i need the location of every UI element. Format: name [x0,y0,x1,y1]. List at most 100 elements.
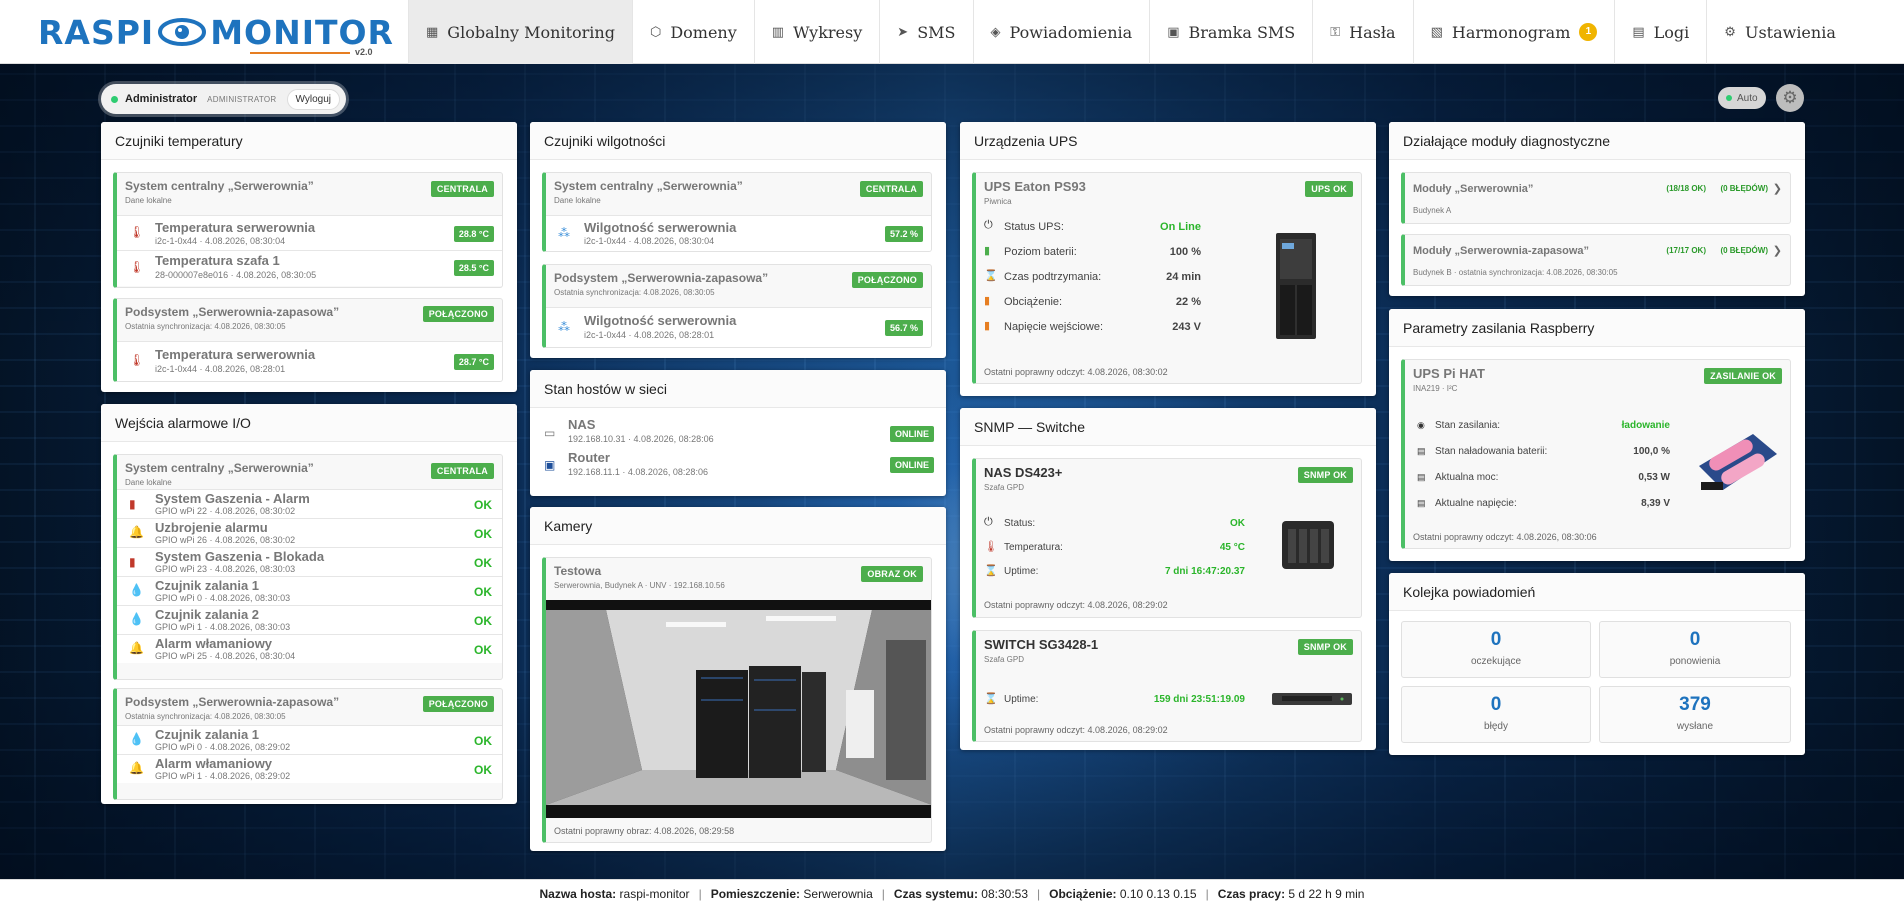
sensor-row[interactable]: 🌡 Temperatura szafa 1 28-000007e8e016 · … [117,250,502,286]
nav-label: Globalny Monitoring [447,22,615,42]
card-subtitle: Ostatnia synchronizacja: 4.08.2026, 08:3… [125,322,286,331]
nav-item-bramka-sms[interactable]: ▣ Bramka SMS [1149,0,1312,64]
panel-notification-queue: Kolejka powiadomień 0 oczekujące 0 ponow… [1389,573,1805,755]
nav-item-sms[interactable]: ➤ SMS [879,0,972,64]
nav-item-hasla[interactable]: ⚿ Hasła [1312,0,1412,64]
alarm-meta: GPIO wPi 0 · 4.08.2026, 08:29:02 [155,742,291,752]
stat-value: 0 [1689,629,1701,650]
snmp-label: Uptime: [1004,694,1039,705]
siren-icon: 🔔 [129,761,144,775]
siren-icon: 🔔 [129,525,144,539]
alarm-row[interactable]: ▮ System Gaszenia - Alarm GPIO wPi 22 · … [117,489,502,518]
alarm-row[interactable]: 💧 Czujnik zalania 1 GPIO wPi 0 · 4.08.20… [117,576,502,605]
footer-time-label: Czas systemu: [893,886,978,901]
snmp-label: Status: [1004,518,1036,529]
auto-refresh-toggle[interactable]: Auto [1718,87,1766,109]
logout-button[interactable]: Wyloguj [286,88,340,110]
logo-text-right: MONITOR [210,12,394,52]
water-drop-icon: 💧 [129,732,144,746]
host-status: ONLINE [889,426,934,442]
power-value: 0,53 W [1638,472,1670,483]
hourglass-icon: ⌛ [984,693,998,705]
ups-device-image [1276,233,1316,339]
card-ups-pi-hat[interactable]: UPS Pi HAT INA219 · I²C ZASILANIE OK ◉ S… [1401,359,1791,549]
module-count: (18/18 OK) [1666,184,1706,193]
stat-value: 0 [1490,694,1502,715]
panel-title: Wejścia alarmowe I/O [101,404,517,442]
snmp-value: OK [1230,518,1245,529]
sensor-meta: 28-000007e8e016 · 4.08.2026, 08:30:05 [155,270,317,280]
alarm-row[interactable]: 💧 Czujnik zalania 1 GPIO wPi 0 · 4.08.20… [117,725,502,754]
nav-item-ustawienia[interactable]: ⚙ Ustawienia [1706,0,1853,64]
alarm-status: OK [474,614,492,628]
alarm-row[interactable]: 💧 Czujnik zalania 2 GPIO wPi 1 · 4.08.20… [117,605,502,634]
card-ups[interactable]: UPS Eaton PS93 Piwnica UPS OK ⏻ Status U… [972,172,1362,384]
sensor-row[interactable]: ⁂ Wilgotność serwerownia i2c-1-0x44 · 4.… [546,215,931,251]
camera-preview-image[interactable] [546,600,932,818]
siren-icon: 🔔 [129,641,144,655]
stat-label: oczekujące [1470,656,1522,667]
footer-load: 0.10 0.13 0.15 [1119,886,1197,901]
voltage-icon: ▮ [984,320,991,332]
power-value: 100,0 % [1633,446,1670,457]
alarm-name: Alarm włamaniowy [155,636,273,651]
module-item[interactable]: Moduły „Serwerownia-zapasowa” Budynek B … [1401,234,1791,286]
host-meta: 192.168.10.31 · 4.08.2026, 08:28:06 [568,434,714,444]
module-subtitle: Budynek B · ostatnia synchronizacja: 4.0… [1413,268,1618,277]
nav-label: SMS [917,22,956,42]
power-value: 8,39 V [1641,498,1670,509]
panel-title: Kolejka powiadomień [1389,573,1805,611]
nav-item-wykresy[interactable]: ▥ Wykresy [753,0,880,64]
sensor-row[interactable]: 🌡 Temperatura serwerownia i2c-1-0x44 · 4… [117,341,502,381]
module-errors: (0 BŁĘDÓW) [1720,246,1768,255]
humidity-icon: ⁂ [558,226,570,240]
nav-item-logi[interactable]: ▤ Logi [1614,0,1706,64]
card-camera[interactable]: Testowa Serwerownia, Budynek A · UNV · 1… [542,557,932,843]
sensor-name: Wilgotność serwerownia [584,220,737,235]
snmp-value: 159 dni 23:51:19.09 [1153,694,1245,705]
settings-gear-button[interactable]: ⚙ [1776,84,1804,112]
footer-time: 08:30:53 [981,886,1029,901]
alarm-row[interactable]: 🔔 Uzbrojenie alarmu GPIO wPi 26 · 4.08.2… [117,518,502,547]
host-row[interactable]: ▭ NAS 192.168.10.31 · 4.08.2026, 08:28:0… [530,416,946,450]
alarm-meta: GPIO wPi 1 · 4.08.2026, 08:30:03 [155,622,291,632]
footer-host-label: Nazwa hosta: [539,886,617,901]
card-central-temperature: System centralny „Serwerownia” Dane loka… [113,172,503,288]
sensor-row[interactable]: 🌡 Temperatura serwerownia i2c-1-0x44 · 4… [117,215,502,250]
sensor-value: 28.5 °C [453,260,494,276]
panel-temperature: Czujniki temperatury System centralny „S… [101,122,517,392]
panel-title: Parametry zasilania Raspberry [1389,309,1805,347]
card-snmp-switch[interactable]: SWITCH SG3428-1 Szafa GPD SNMP OK ⌛ Upti… [972,630,1362,742]
snmp-value: 7 dni 16:47:20.37 [1164,566,1245,577]
alarm-meta: GPIO wPi 0 · 4.08.2026, 08:30:03 [155,593,291,603]
list-icon: ▤ [1632,24,1645,40]
panel-snmp: SNMP — Switche NAS DS423+ Szafa GPD SNMP… [960,408,1376,750]
stat-value: 379 [1679,694,1711,715]
alarm-row[interactable]: 🔔 Alarm włamaniowy GPIO wPi 25 · 4.08.20… [117,634,502,663]
sensor-value: 56.7 % [884,320,923,336]
card-sub-alarm: Podsystem „Serwerownia-zapasowa” Ostatni… [113,688,503,800]
nav-item-harmonogram[interactable]: ▧ Harmonogram 1 [1412,0,1615,64]
alarm-row[interactable]: 🔔 Alarm włamaniowy GPIO wPi 1 · 4.08.202… [117,754,502,783]
nav-item-powiadomienia[interactable]: ◈ Powiadomienia [972,0,1150,64]
status-badge: CENTRALA [859,181,923,197]
key-icon: ⚿ [1330,24,1341,40]
nav-label: Wykresy [793,22,863,42]
logo-text-left: RASPI [38,12,155,52]
nav-item-domeny[interactable]: ⬡ Domeny [631,0,754,64]
host-row[interactable]: ▣ Router 192.168.11.1 · 4.08.2026, 08:28… [530,450,946,484]
app-logo[interactable]: RASPI MONITOR v2.0 [0,0,408,64]
alarm-row[interactable]: ▮ System Gaszenia - Blokada GPIO wPi 23 … [117,547,502,576]
sensor-value: 57.2 % [884,226,923,242]
nav-item-globalny-monitoring[interactable]: ▦ Globalny Monitoring [408,0,632,64]
diamond-icon: ◈ [990,24,1001,40]
user-name: Administrator [125,93,198,105]
host-status: ONLINE [889,457,934,473]
panel-title: SNMP — Switche [960,408,1376,446]
sensor-meta: i2c-1-0x44 · 4.08.2026, 08:28:01 [155,364,286,374]
fire-extinguisher-icon: ▮ [129,497,136,511]
card-snmp-nas[interactable]: NAS DS423+ Szafa GPD SNMP OK ⏻ Status: O… [972,458,1362,618]
main-nav: ▦ Globalny Monitoring ⬡ Domeny ▥ Wykresy… [408,0,1853,64]
module-item[interactable]: Moduły „Serwerownia” Budynek A (18/18 OK… [1401,172,1791,224]
sensor-row[interactable]: ⁂ Wilgotność serwerownia i2c-1-0x44 · 4.… [546,307,931,347]
